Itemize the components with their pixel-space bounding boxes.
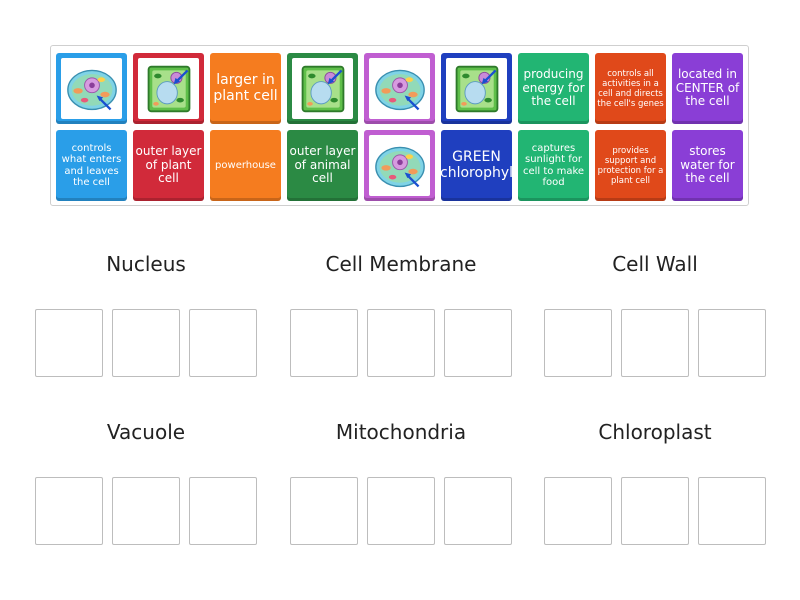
drop-slot[interactable]	[367, 309, 435, 377]
answer-tile[interactable]: GREEN (chlorophyl)	[435, 130, 518, 201]
group-heading: Cell Wall	[612, 252, 698, 276]
group-heading: Mitochondria	[335, 420, 467, 444]
answer-tile[interactable]	[56, 53, 127, 124]
answer-tile[interactable]: producing energy for the cell	[518, 53, 589, 124]
drop-slot[interactable]	[35, 477, 103, 545]
tile-label: stores water for the cell	[680, 144, 735, 186]
tile-label: captures sunlight for cell to make food	[522, 142, 585, 189]
drop-slot[interactable]	[444, 477, 512, 545]
animal-cell-icon	[61, 58, 122, 119]
answer-tile[interactable]: larger in plant cell	[210, 53, 281, 124]
animal-cell-icon	[369, 58, 430, 119]
tile-label: located in CENTER of the cell	[675, 67, 740, 109]
tile-label: outer layer of animal cell	[289, 144, 356, 186]
drop-slot[interactable]	[290, 477, 358, 545]
drop-slot[interactable]	[189, 477, 257, 545]
tile-label: outer layer of plant cell	[135, 144, 202, 186]
drop-slot[interactable]	[444, 309, 512, 377]
group-heading: Nucleus	[106, 252, 186, 276]
drop-slot[interactable]	[544, 309, 612, 377]
drop-slot[interactable]	[544, 477, 612, 545]
drop-slot[interactable]	[290, 309, 358, 377]
plant-cell-icon	[292, 58, 353, 119]
tile-label: powerhouse	[215, 159, 276, 171]
answer-tile[interactable]	[133, 53, 204, 124]
answer-tile[interactable]	[287, 53, 358, 124]
drop-slot[interactable]	[698, 309, 766, 377]
drop-slot[interactable]	[367, 477, 435, 545]
tile-label: GREEN (chlorophyl)	[434, 149, 519, 181]
answer-tile[interactable]	[364, 53, 435, 124]
answer-tile[interactable]: outer layer of plant cell	[133, 130, 204, 201]
drop-slot[interactable]	[698, 477, 766, 545]
answer-tile[interactable]: provides support and protection for a pl…	[595, 130, 666, 201]
tile-label: controls what enters and leaves the cell	[61, 142, 122, 189]
plant-cell-icon	[446, 58, 507, 119]
drop-slot[interactable]	[35, 309, 103, 377]
tile-label: larger in plant cell	[213, 72, 278, 104]
group-heading: Vacuole	[106, 420, 186, 444]
answer-tile[interactable]: outer layer of animal cell	[287, 130, 358, 201]
answer-tile[interactable]	[364, 130, 435, 201]
tile-label: controls all activities in a cell and di…	[597, 68, 664, 109]
tile-label: provides support and protection for a pl…	[597, 145, 664, 186]
drop-slot[interactable]	[621, 477, 689, 545]
tile-label: producing energy for the cell	[522, 67, 585, 109]
drop-slot[interactable]	[112, 477, 180, 545]
drop-slot[interactable]	[189, 309, 257, 377]
answer-tile[interactable]	[441, 53, 512, 124]
answer-tile[interactable]: powerhouse	[210, 130, 281, 201]
answer-tile[interactable]: controls all activities in a cell and di…	[595, 53, 666, 124]
answer-tile[interactable]: stores water for the cell	[672, 130, 743, 201]
drop-slot[interactable]	[621, 309, 689, 377]
answer-tile[interactable]: located in CENTER of the cell	[672, 53, 743, 124]
answer-tile[interactable]: captures sunlight for cell to make food	[518, 130, 589, 201]
plant-cell-icon	[138, 58, 199, 119]
animal-cell-icon	[369, 135, 430, 196]
answer-tile[interactable]: controls what enters and leaves the cell	[56, 130, 127, 201]
group-heading: Chloroplast	[598, 420, 712, 444]
group-heading: Cell Membrane	[325, 252, 477, 276]
drop-slot[interactable]	[112, 309, 180, 377]
